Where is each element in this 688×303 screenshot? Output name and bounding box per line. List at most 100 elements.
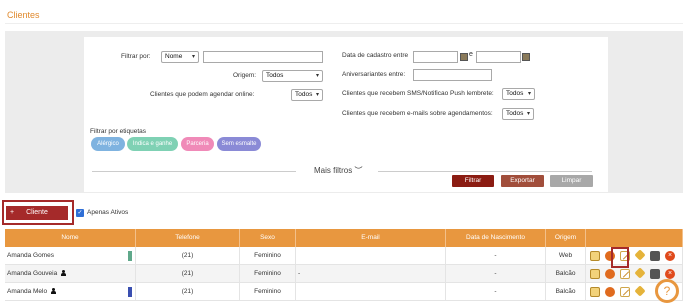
filtrar-por-input[interactable] [203, 51, 323, 63]
gift-icon[interactable] [605, 287, 615, 297]
column-header-origem[interactable]: Origem [546, 229, 586, 247]
client-name: Amanda Melo [7, 288, 48, 295]
cell-nome: Amanda Gomes [5, 247, 136, 264]
apenas-ativos-label: Apenas Ativos [87, 209, 129, 216]
person-icon [61, 270, 67, 277]
tag-parceria[interactable]: Parceria [181, 137, 214, 151]
data-cadastro-inicio-input[interactable] [413, 51, 458, 63]
calendar-icon[interactable] [460, 53, 468, 61]
chevron-down-icon: ▾ [527, 91, 531, 97]
exportar-button[interactable]: Exportar [501, 175, 544, 187]
aniversariantes-input[interactable] [413, 69, 492, 81]
title-divider [5, 23, 683, 24]
sms-label: Clientes que recebem SMS/Notificao Push … [342, 90, 494, 97]
column-header-nome[interactable]: Nome [5, 229, 136, 247]
origem-select[interactable]: Todos ▾ [262, 70, 323, 82]
sms-select[interactable]: Todos ▾ [502, 88, 535, 100]
cell-nascimento: - [446, 247, 546, 264]
sms-value: Todos [506, 90, 524, 97]
cell-actions: × [586, 247, 683, 264]
tag-color-marker [128, 287, 132, 297]
mais-filtros-toggle[interactable]: Mais filtros ︶ [314, 165, 362, 176]
calendar-icon[interactable] [522, 53, 530, 61]
page-title: Clientes [7, 10, 40, 20]
tag-color-marker [128, 251, 132, 261]
column-header-telefone[interactable]: Telefone [136, 229, 240, 247]
emails-value: Todos [506, 110, 524, 117]
cell-nome: Amanda Melo [5, 283, 136, 300]
chevron-down-icon: ▾ [191, 54, 195, 60]
data-cadastro-label: Data de cadastro entre [342, 52, 409, 59]
aniversariantes-label: Aniversariantes entre: [342, 71, 406, 78]
emails-select[interactable]: Todos ▾ [502, 108, 534, 120]
gift-icon[interactable] [605, 269, 615, 279]
table-row[interactable]: Amanda Gomes (21) Feminino - Web × [5, 247, 683, 265]
emails-label: Clientes que recebem e-mails sobre agend… [342, 110, 493, 117]
tag-alergico[interactable]: Alérgico [91, 137, 125, 151]
date-separator: e [469, 51, 473, 58]
column-header-sexo[interactable]: Sexo [240, 229, 296, 247]
cell-email: - [296, 265, 446, 282]
tag-sem-esmalte[interactable]: Sem esmalte [217, 137, 261, 151]
edit-icon[interactable] [620, 287, 630, 297]
cell-sexo: Feminino [240, 283, 296, 300]
clipboard-icon[interactable] [590, 287, 600, 297]
delete-icon[interactable]: × [665, 251, 675, 261]
mais-filtros-divider-left [92, 171, 296, 172]
mais-filtros-label: Mais filtros [314, 166, 353, 175]
data-cadastro-fim-input[interactable] [476, 51, 521, 63]
money-icon[interactable] [634, 285, 646, 297]
cell-origem: Web [546, 247, 586, 264]
edit-icon[interactable] [620, 269, 630, 279]
add-client-label: Cliente [26, 209, 48, 216]
money-icon[interactable] [634, 267, 646, 279]
column-header-email[interactable]: E-mail [296, 229, 446, 247]
limpar-button[interactable]: Limpar [550, 175, 593, 187]
tags-label: Filtrar por etiquetas [90, 128, 146, 135]
origem-label: Origem: [233, 72, 257, 79]
cell-email [296, 283, 446, 300]
table-row[interactable]: Amanda Gouveia (21) Feminino - - Balcão … [5, 265, 683, 283]
help-button[interactable]: ? [655, 279, 679, 303]
clipboard-icon[interactable] [590, 251, 600, 261]
add-client-button[interactable]: + Cliente [6, 206, 68, 220]
cell-email [296, 247, 446, 264]
agendar-online-select[interactable]: Todos ▾ [291, 89, 323, 101]
person-icon [51, 288, 57, 295]
cell-telefone: (21) [136, 247, 240, 264]
chevron-down-icon: ▾ [526, 111, 530, 117]
column-header-actions [586, 229, 683, 247]
camera-icon[interactable] [650, 269, 660, 279]
chevron-down-icon: ▾ [315, 92, 319, 98]
apenas-ativos-checkbox[interactable]: ✓ [76, 209, 84, 217]
money-icon[interactable] [634, 249, 646, 261]
cell-nome: Amanda Gouveia [5, 265, 136, 282]
cell-telefone: (21) [136, 283, 240, 300]
chevron-down-icon: ▾ [315, 73, 319, 79]
filtrar-por-select[interactable]: Nome ▾ [161, 51, 199, 63]
filtrar-por-value: Nome [165, 53, 183, 60]
client-name: Amanda Gomes [7, 252, 54, 259]
clients-table: Nome Telefone Sexo E-mail Data de Nascim… [5, 229, 683, 301]
delete-icon[interactable]: × [665, 269, 675, 279]
filtrar-por-label: Filtrar por: [121, 53, 151, 60]
cell-sexo: Feminino [240, 247, 296, 264]
clipboard-icon[interactable] [590, 269, 600, 279]
cell-nascimento: - [446, 283, 546, 300]
cell-nascimento: - [446, 265, 546, 282]
column-header-nascimento[interactable]: Data de Nascimento [446, 229, 546, 247]
tag-indica-e-ganhe[interactable]: Indica e ganhe [127, 137, 178, 151]
mais-filtros-divider-right [378, 171, 592, 172]
filtrar-button[interactable]: Filtrar [452, 175, 494, 187]
agendar-online-label: Clientes que podem agendar online: [150, 91, 255, 98]
table-row[interactable]: Amanda Melo (21) Feminino - Balcão [5, 283, 683, 301]
cell-telefone: (21) [136, 265, 240, 282]
table-header: Nome Telefone Sexo E-mail Data de Nascim… [5, 229, 683, 247]
origem-value: Todos [266, 72, 284, 79]
cell-origem: Balcão [546, 265, 586, 282]
edit-highlight [611, 247, 629, 268]
cell-sexo: Feminino [240, 265, 296, 282]
chevron-down-icon: ︶ [354, 166, 363, 175]
camera-icon[interactable] [650, 251, 660, 261]
plus-icon: + [10, 209, 15, 216]
